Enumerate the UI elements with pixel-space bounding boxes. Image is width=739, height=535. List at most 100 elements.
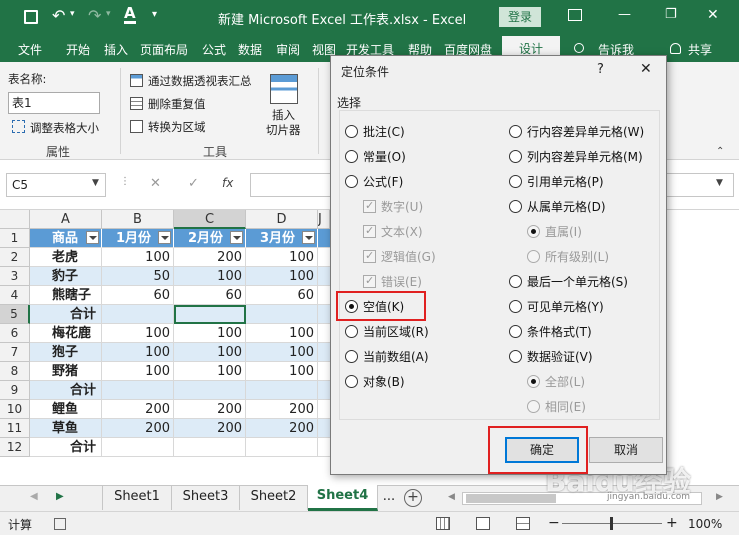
table-cell[interactable]: 100 — [174, 343, 246, 362]
table-cell[interactable]: 200 — [174, 400, 246, 419]
close-button[interactable]: ✕ — [707, 7, 719, 23]
table-cell[interactable] — [318, 229, 330, 248]
table-cell[interactable] — [246, 305, 318, 324]
radio-icon[interactable] — [509, 325, 522, 338]
table-header-cell[interactable]: 3月份 — [246, 229, 318, 248]
table-cell[interactable] — [318, 438, 330, 457]
table-cell[interactable] — [102, 305, 174, 324]
row-header[interactable]: 2 — [0, 248, 30, 267]
radio-option[interactable]: 当前数组(A) — [345, 348, 429, 365]
insert-slicer-label[interactable]: 切片器 — [266, 122, 301, 138]
table-header-cell[interactable]: 1月份 — [102, 229, 174, 248]
radio-option[interactable]: 数据验证(V) — [509, 348, 593, 365]
spreadsheet-grid[interactable]: A B C D J 1 商品 1月份 2月份 3月份 2 老虎 100 200 100 3 豹子 50 100 100… — [0, 210, 330, 485]
table-name-input[interactable]: 表1 — [8, 92, 100, 114]
radio-icon[interactable] — [345, 125, 358, 138]
table-cell[interactable]: 100 — [174, 267, 246, 286]
macro-record-icon[interactable] — [54, 518, 66, 530]
table-cell[interactable]: 100 — [246, 343, 318, 362]
table-cell[interactable]: 60 — [102, 286, 174, 305]
table-cell[interactable]: 100 — [174, 362, 246, 381]
insert-function-icon[interactable]: fx — [222, 176, 233, 190]
zoom-out-button[interactable]: − — [548, 515, 560, 531]
radio-icon[interactable] — [509, 200, 522, 213]
radio-icon[interactable] — [509, 150, 522, 163]
row-header[interactable]: 9 — [0, 381, 30, 400]
table-cell[interactable]: 200 — [246, 419, 318, 438]
share-button[interactable]: 共享 — [688, 41, 712, 58]
radio-option[interactable]: 常量(O) — [345, 148, 406, 165]
table-cell[interactable] — [318, 324, 330, 343]
radio-option[interactable]: 行内容差异单元格(W) — [509, 123, 644, 140]
table-cell[interactable]: 狍子 — [30, 343, 102, 362]
table-cell[interactable] — [102, 381, 174, 400]
radio-icon[interactable] — [509, 175, 522, 188]
table-cell[interactable]: 熊瞎子 — [30, 286, 102, 305]
zoom-level[interactable]: 100% — [688, 517, 722, 531]
table-cell[interactable] — [318, 305, 330, 324]
table-cell[interactable]: 100 — [102, 362, 174, 381]
column-header[interactable]: A — [30, 210, 102, 229]
table-cell[interactable] — [318, 343, 330, 362]
ribbon-display-icon[interactable] — [568, 9, 582, 21]
table-cell[interactable] — [318, 362, 330, 381]
qat-customize-icon[interactable]: ▾ — [152, 9, 157, 20]
tab-insert[interactable]: 插入 — [104, 41, 128, 58]
row-header[interactable]: 4 — [0, 286, 30, 305]
save-icon[interactable] — [24, 10, 38, 24]
table-cell[interactable]: 100 — [102, 343, 174, 362]
radio-option[interactable]: 当前区域(R) — [345, 323, 429, 340]
zoom-slider-thumb[interactable] — [610, 517, 613, 530]
table-cell[interactable] — [318, 286, 330, 305]
active-cell[interactable] — [174, 305, 246, 324]
undo-dropdown-icon[interactable]: ▾ — [70, 9, 75, 19]
tab-home[interactable]: 开始 — [66, 41, 90, 58]
font-color-icon[interactable]: A — [124, 5, 136, 24]
tab-formulas[interactable]: 公式 — [202, 41, 226, 58]
hscroll-left-icon[interactable]: ◀ — [448, 492, 455, 502]
table-cell[interactable]: 100 — [246, 248, 318, 267]
table-cell[interactable]: 60 — [246, 286, 318, 305]
table-cell[interactable]: 合计 — [30, 381, 102, 400]
column-header[interactable]: C — [174, 210, 246, 229]
radio-option[interactable]: 批注(C) — [345, 123, 405, 140]
tab-review[interactable]: 审阅 — [276, 41, 300, 58]
table-cell[interactable]: 豹子 — [30, 267, 102, 286]
sheet-tab-4[interactable]: Sheet4 — [308, 485, 378, 511]
add-sheet-icon[interactable]: + — [404, 489, 422, 507]
sheet-tab-3[interactable]: Sheet3 — [172, 486, 240, 510]
filter-dropdown-icon[interactable] — [158, 231, 171, 244]
row-header[interactable]: 7 — [0, 343, 30, 362]
table-cell[interactable]: 梅花鹿 — [30, 324, 102, 343]
select-all-corner[interactable] — [0, 210, 30, 229]
table-cell[interactable]: 野猪 — [30, 362, 102, 381]
sheet-tab-2[interactable]: Sheet2 — [240, 486, 308, 510]
remove-duplicates-button[interactable]: 删除重复值 — [148, 96, 206, 112]
table-cell[interactable]: 60 — [174, 286, 246, 305]
table-cell[interactable]: 100 — [102, 248, 174, 267]
table-cell[interactable] — [102, 438, 174, 457]
table-cell[interactable]: 200 — [174, 248, 246, 267]
restore-button[interactable]: ❐ — [665, 7, 677, 22]
table-cell[interactable] — [174, 438, 246, 457]
table-header-cell[interactable]: 2月份 — [174, 229, 246, 248]
radio-option[interactable]: 列内容差异单元格(M) — [509, 148, 643, 165]
table-cell[interactable] — [318, 267, 330, 286]
page-layout-view-icon[interactable] — [476, 517, 490, 530]
radio-icon[interactable] — [345, 375, 358, 388]
convert-to-range-button[interactable]: 转换为区域 — [148, 119, 206, 135]
table-cell[interactable]: 鲤鱼 — [30, 400, 102, 419]
radio-option[interactable]: 公式(F) — [345, 173, 403, 190]
table-cell[interactable]: 200 — [174, 419, 246, 438]
table-cell[interactable] — [174, 381, 246, 400]
table-cell[interactable] — [246, 438, 318, 457]
column-header[interactable]: D — [246, 210, 318, 229]
table-header-cell[interactable]: 商品 — [30, 229, 102, 248]
row-header[interactable]: 11 — [0, 419, 30, 438]
expand-formula-bar-icon[interactable]: ▼ — [716, 178, 723, 188]
table-cell[interactable] — [318, 248, 330, 267]
login-button[interactable]: 登录 — [499, 7, 541, 27]
pivot-summary-button[interactable]: 通过数据透视表汇总 — [148, 73, 252, 89]
table-cell[interactable]: 100 — [246, 267, 318, 286]
row-header[interactable]: 6 — [0, 324, 30, 343]
